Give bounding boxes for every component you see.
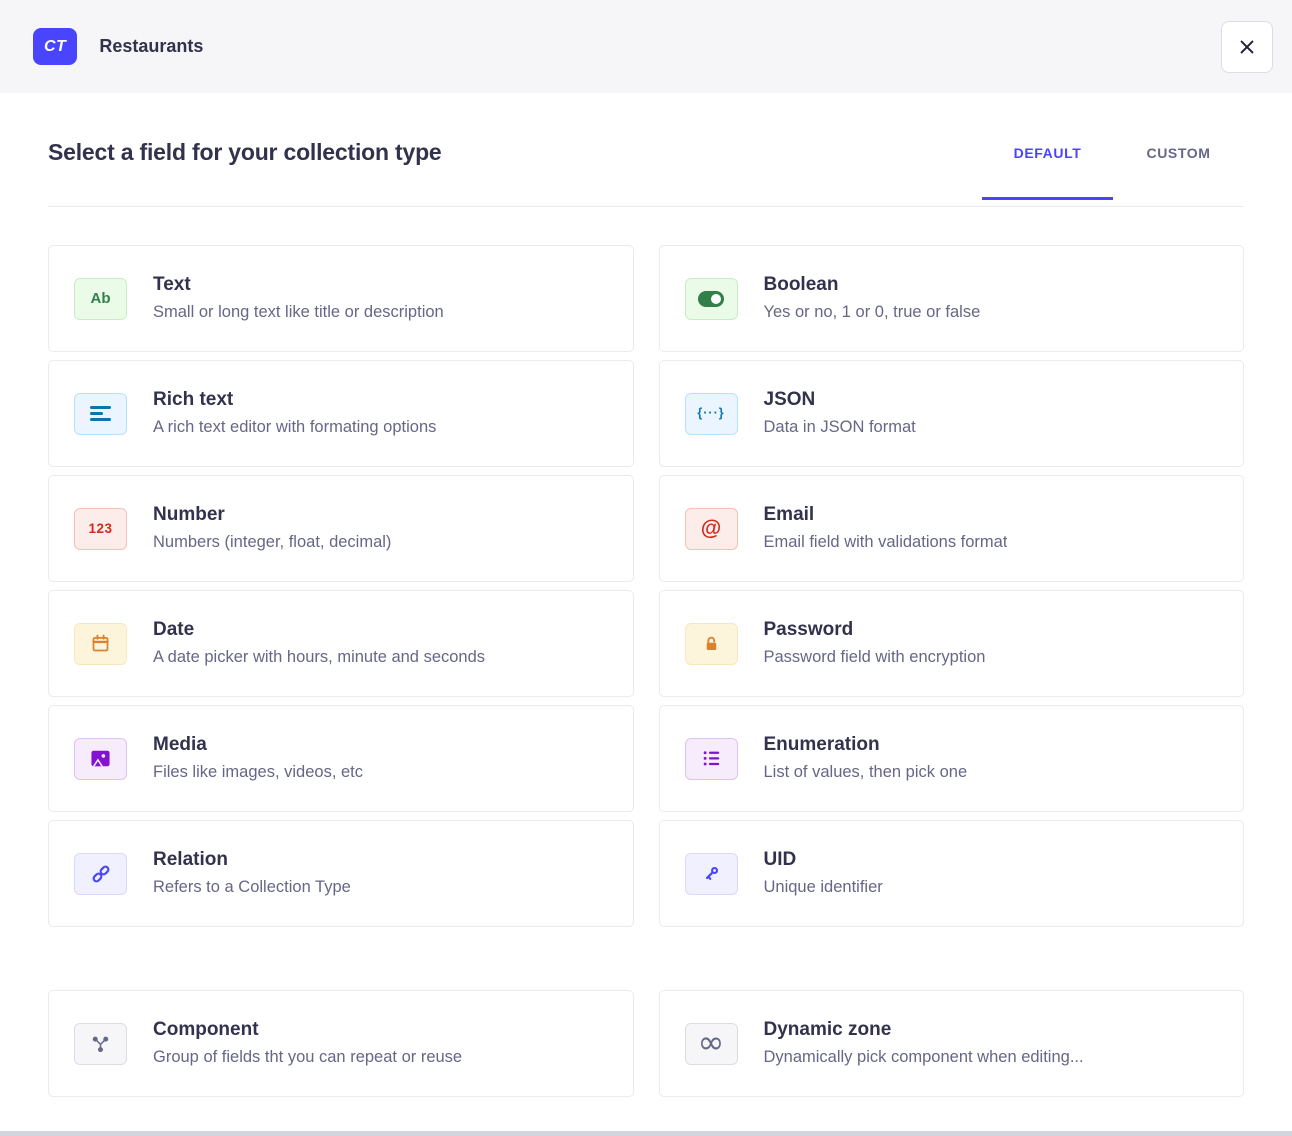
field-description: A rich text editor with formating option…	[153, 418, 436, 438]
advanced-fields-grid: Component Group of fields tht you can re…	[48, 990, 1244, 1097]
numbers-123-icon: 123	[74, 508, 127, 550]
section-head: Select a field for your collection type …	[48, 137, 1244, 207]
footer-divider	[0, 1131, 1292, 1136]
field-card-number[interactable]: 123 Number Numbers (integer, float, deci…	[48, 475, 634, 582]
field-description: Dynamically pick component when editing.…	[764, 1048, 1084, 1068]
field-description: Unique identifier	[764, 878, 883, 898]
field-description: Small or long text like title or descrip…	[153, 303, 444, 323]
field-description: Numbers (integer, float, decimal)	[153, 533, 391, 553]
tab-default[interactable]: DEFAULT	[982, 137, 1113, 200]
field-card-enumeration[interactable]: Enumeration List of values, then pick on…	[659, 705, 1245, 812]
page-title: Select a field for your collection type	[48, 137, 442, 206]
content-type-badge: CT	[33, 28, 77, 65]
field-card-dynamiczone[interactable]: ∞ Dynamic zone Dynamically pick componen…	[659, 990, 1245, 1097]
field-card-date[interactable]: Date A date picker with hours, minute an…	[48, 590, 634, 697]
tabs: DEFAULT CUSTOM	[982, 137, 1244, 198]
field-description: Email field with validations format	[764, 533, 1008, 553]
field-description: List of values, then pick one	[764, 763, 968, 783]
infinity-icon: ∞	[685, 1023, 738, 1065]
field-description: Group of fields tht you can repeat or re…	[153, 1048, 462, 1068]
field-title: JSON	[764, 389, 916, 411]
field-card-text[interactable]: Ab Text Small or long text like title or…	[48, 245, 634, 352]
calendar-icon	[74, 623, 127, 665]
close-button[interactable]	[1221, 21, 1273, 73]
field-title: Rich text	[153, 389, 436, 411]
field-description: Password field with encryption	[764, 648, 986, 668]
field-card-media[interactable]: Media Files like images, videos, etc	[48, 705, 634, 812]
text-lines-icon	[74, 393, 127, 435]
field-title: Enumeration	[764, 734, 968, 756]
key-icon	[685, 853, 738, 895]
field-card-boolean[interactable]: Boolean Yes or no, 1 or 0, true or false	[659, 245, 1245, 352]
field-title: Media	[153, 734, 363, 756]
field-card-json[interactable]: {···} JSON Data in JSON format	[659, 360, 1245, 467]
modal-title: Restaurants	[99, 36, 203, 57]
close-icon	[1237, 37, 1257, 57]
field-description: Refers to a Collection Type	[153, 878, 351, 898]
header-left: CT Restaurants	[33, 28, 203, 65]
field-card-password[interactable]: Password Password field with encryption	[659, 590, 1245, 697]
field-card-richtext[interactable]: Rich text A rich text editor with format…	[48, 360, 634, 467]
field-title: Password	[764, 619, 986, 641]
letters-ab-icon: Ab	[74, 278, 127, 320]
toggle-on-icon	[685, 278, 738, 320]
field-title: Dynamic zone	[764, 1019, 1084, 1041]
field-title: Date	[153, 619, 485, 641]
field-card-uid[interactable]: UID Unique identifier	[659, 820, 1245, 927]
nodes-icon	[74, 1023, 127, 1065]
field-title: Boolean	[764, 274, 981, 296]
field-title: Number	[153, 504, 391, 526]
field-description: Files like images, videos, etc	[153, 763, 363, 783]
tab-custom[interactable]: CUSTOM	[1113, 137, 1244, 200]
field-card-component[interactable]: Component Group of fields tht you can re…	[48, 990, 634, 1097]
field-title: Email	[764, 504, 1008, 526]
default-fields-grid: Ab Text Small or long text like title or…	[48, 245, 1244, 927]
select-field-modal: CT Restaurants Select a field for your c…	[0, 0, 1292, 1097]
field-description: Data in JSON format	[764, 418, 916, 438]
bullet-list-icon	[685, 738, 738, 780]
at-sign-icon: @	[685, 508, 738, 550]
field-description: Yes or no, 1 or 0, true or false	[764, 303, 981, 323]
modal-header: CT Restaurants	[0, 0, 1292, 93]
field-card-relation[interactable]: Relation Refers to a Collection Type	[48, 820, 634, 927]
field-title: UID	[764, 849, 883, 871]
chain-link-icon	[74, 853, 127, 895]
modal-body: Select a field for your collection type …	[0, 93, 1292, 1097]
field-description: A date picker with hours, minute and sec…	[153, 648, 485, 668]
field-card-email[interactable]: @ Email Email field with validations for…	[659, 475, 1245, 582]
lock-icon	[685, 623, 738, 665]
field-title: Text	[153, 274, 444, 296]
curly-braces-icon: {···}	[685, 393, 738, 435]
field-title: Relation	[153, 849, 351, 871]
picture-icon	[74, 738, 127, 780]
field-title: Component	[153, 1019, 462, 1041]
